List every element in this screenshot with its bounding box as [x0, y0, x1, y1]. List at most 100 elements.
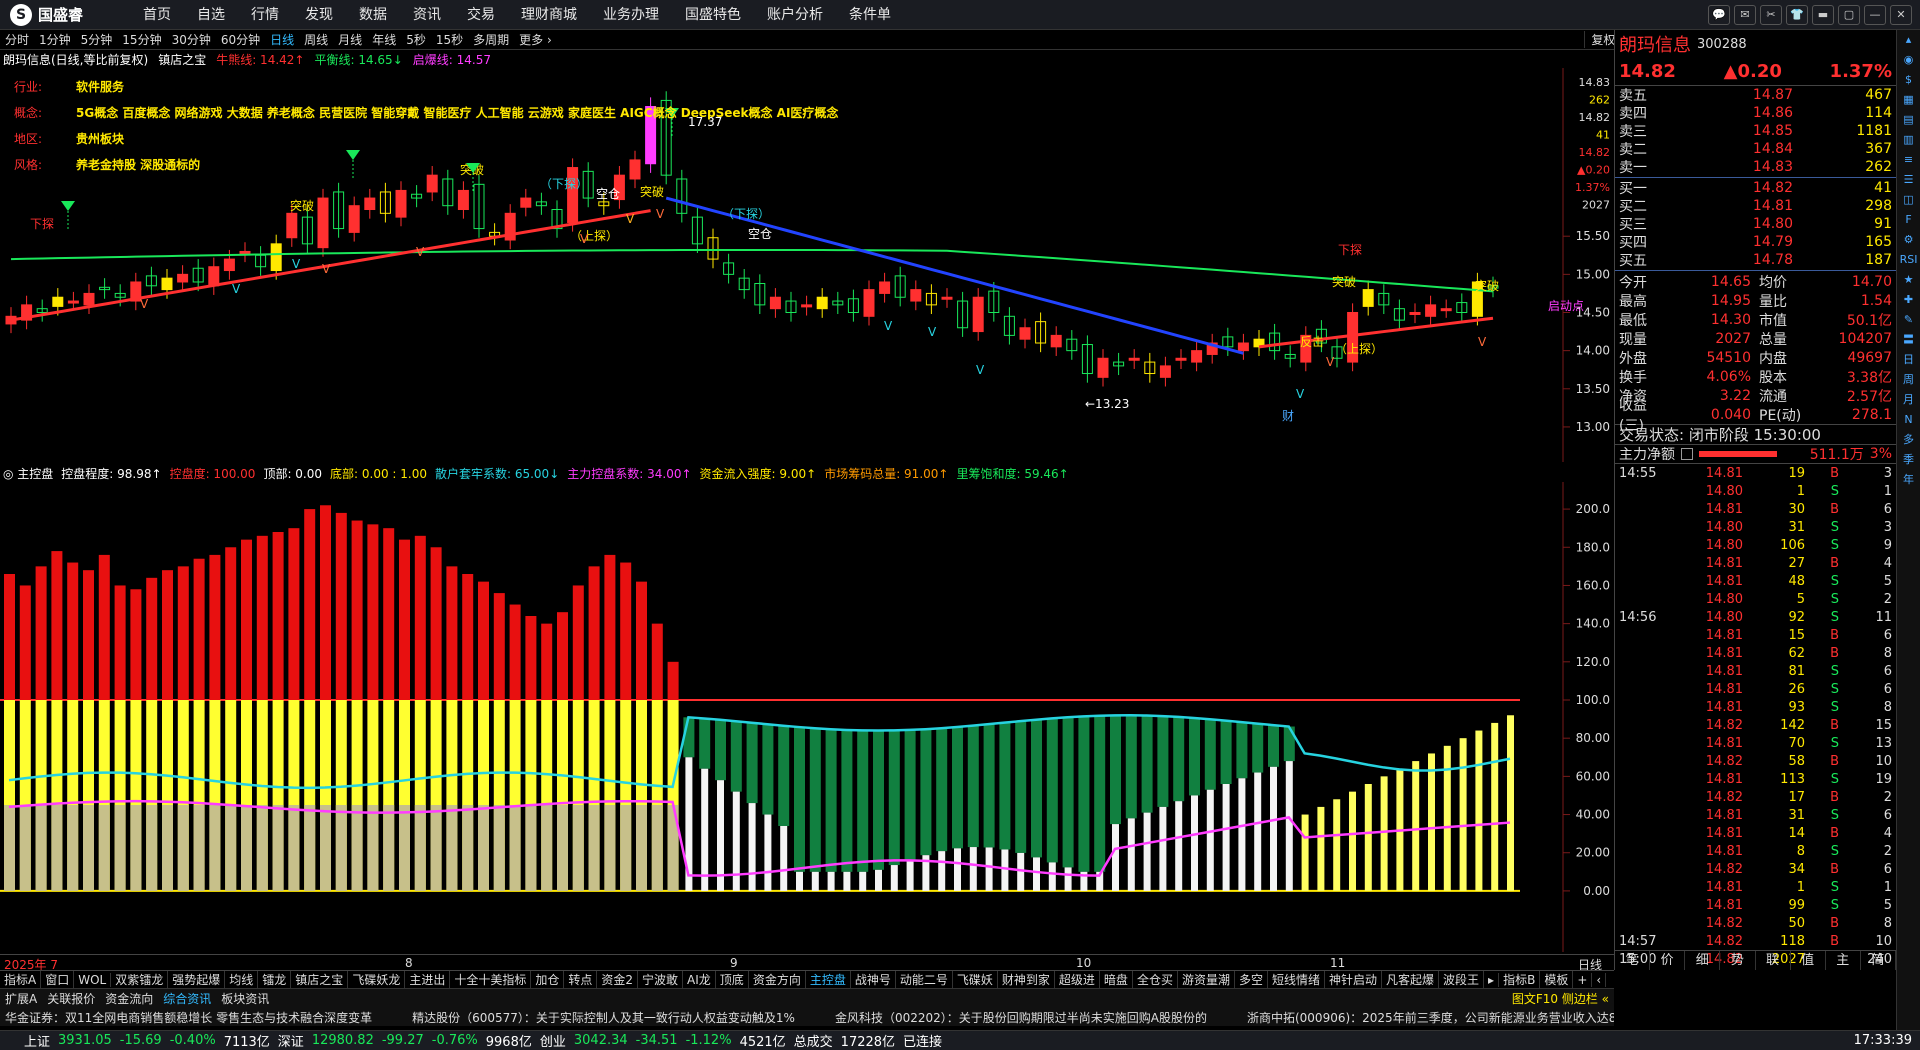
indicator-tab-32[interactable]: ▸: [1484, 972, 1500, 987]
cy-label[interactable]: 创业: [536, 1031, 570, 1050]
indicator-tab-26[interactable]: 游资量潮: [1178, 971, 1235, 988]
indicator-tab-24[interactable]: 暗盘: [1100, 971, 1133, 988]
indicator-tab-4[interactable]: 强势起爆: [168, 971, 226, 988]
indicator-tab-3[interactable]: 双紫镭龙: [111, 971, 169, 988]
side-tool-icon-0[interactable]: ▴: [1897, 30, 1920, 50]
menu-item-2[interactable]: 行情: [238, 0, 292, 29]
period-9[interactable]: 年线: [367, 31, 401, 48]
news-item-2[interactable]: 金风科技（002202）：关于股份回购期限过半尚未实施回购A股股份的: [830, 1009, 1212, 1026]
menu-item-8[interactable]: 业务办理: [590, 0, 672, 29]
indicator-tab-29[interactable]: 神针启动: [1325, 971, 1383, 988]
panel-tab-3[interactable]: 势: [1720, 951, 1756, 970]
indicator-tab-35[interactable]: +: [1573, 972, 1593, 987]
panel-tab-2[interactable]: 细: [1685, 951, 1721, 970]
side-tool-icon-12[interactable]: ★: [1897, 270, 1920, 290]
window-control-icon-3[interactable]: 👕: [1786, 4, 1808, 25]
period-12[interactable]: 多周期: [468, 31, 514, 48]
side-tool-icon-1[interactable]: ◉: [1897, 50, 1920, 70]
period-5[interactable]: 60分钟: [216, 31, 265, 48]
indicator-tab-15[interactable]: AI龙: [683, 971, 716, 988]
indicator-tab-0[interactable]: 指标A: [0, 971, 42, 988]
menu-item-6[interactable]: 交易: [454, 0, 508, 29]
bid-row-2[interactable]: 买三 14.80 91: [1615, 215, 1896, 233]
ask-row-4[interactable]: 卖一 14.83 262: [1615, 158, 1896, 176]
period-8[interactable]: 月线: [333, 31, 367, 48]
period-3[interactable]: 15分钟: [117, 31, 166, 48]
menu-item-3[interactable]: 发现: [292, 0, 346, 29]
menu-item-4[interactable]: 数据: [346, 0, 400, 29]
ask-row-2[interactable]: 卖三 14.85 1181: [1615, 122, 1896, 140]
indicator-chart[interactable]: 200.0 180.0 160.0 140.0 120.0 100.0 80.00 60.00…: [0, 482, 1614, 952]
sh-label[interactable]: 上证: [0, 1031, 54, 1050]
menu-item-5[interactable]: 资讯: [400, 0, 454, 29]
indicator-tab-31[interactable]: 波段王: [1439, 971, 1485, 988]
menu-item-1[interactable]: 自选: [184, 0, 238, 29]
indicator-tab-19[interactable]: 战神号: [851, 971, 896, 988]
window-control-icon-2[interactable]: ✂: [1760, 4, 1782, 25]
menu-item-10[interactable]: 账户分析: [754, 0, 836, 29]
news-item-1[interactable]: 精达股份（600577）：关于实际控制人及其一致行动人权益变动触及1%: [407, 1009, 800, 1026]
side-tool-icon-11[interactable]: RSI: [1897, 250, 1920, 270]
period-1[interactable]: 1分钟: [34, 31, 76, 48]
window-control-icon-1[interactable]: ✉: [1734, 4, 1756, 25]
indicator-tab-11[interactable]: 加仓: [531, 971, 565, 988]
indicator-tab-8[interactable]: 飞碟妖龙: [348, 971, 406, 988]
side-tool-icon-13[interactable]: ✚: [1897, 290, 1920, 310]
indicator-tab-1[interactable]: 窗口: [41, 971, 75, 988]
side-tool-icon-8[interactable]: ◫: [1897, 190, 1920, 210]
indicator-tab-12[interactable]: 转点: [564, 971, 598, 988]
panel-tab-0[interactable]: 笔: [1615, 951, 1651, 970]
sz-label[interactable]: 深证: [274, 1031, 308, 1050]
news-tab-0[interactable]: 扩展A: [0, 990, 42, 1007]
panel-tab-7[interactable]: 简: [1861, 951, 1896, 970]
indicator-tab-10[interactable]: 十全十美指标: [450, 971, 532, 988]
indicator-tab-28[interactable]: 短线情绪: [1268, 971, 1325, 988]
side-tool-icon-15[interactable]: 〓: [1897, 330, 1920, 350]
side-tool-icon-14[interactable]: ✎: [1897, 310, 1920, 330]
news-right-tools[interactable]: 图文F10 侧边栏 «: [1507, 990, 1614, 1007]
indicator-tab-27[interactable]: 多空: [1235, 971, 1268, 988]
panel-tab-5[interactable]: 值: [1791, 951, 1826, 970]
side-tool-icon-17[interactable]: 周: [1897, 370, 1920, 390]
flow-icon[interactable]: [1681, 448, 1693, 460]
bid-row-3[interactable]: 买四 14.79 165: [1615, 233, 1896, 251]
period-10[interactable]: 5秒: [401, 31, 431, 48]
news-tab-2[interactable]: 资金流向: [100, 990, 158, 1007]
period-6[interactable]: 日线: [265, 31, 299, 48]
indicator-tab-5[interactable]: 均线: [225, 971, 259, 988]
side-tool-icon-2[interactable]: $: [1897, 70, 1920, 90]
indicator-tab-20[interactable]: 动能二号: [896, 971, 953, 988]
window-control-icon-5[interactable]: ▢: [1838, 4, 1860, 25]
indicator-tab-34[interactable]: 模板: [1540, 971, 1574, 988]
indicator-tab-33[interactable]: 指标B: [1499, 971, 1541, 988]
side-tool-icon-3[interactable]: ▦: [1897, 90, 1920, 110]
menu-item-0[interactable]: 首页: [130, 0, 184, 29]
indicator-tab-13[interactable]: 资金2: [597, 971, 639, 988]
side-tool-icon-10[interactable]: ⚙: [1897, 230, 1920, 250]
period-11[interactable]: 15秒: [431, 31, 468, 48]
indicator-tab-36[interactable]: ‹: [1592, 972, 1607, 987]
panel-tab-4[interactable]: 联: [1756, 951, 1791, 970]
bid-row-0[interactable]: 买一 14.82 41: [1615, 179, 1896, 197]
side-tool-icon-21[interactable]: 季: [1897, 450, 1920, 470]
news-tab-3[interactable]: 综合资讯: [158, 990, 216, 1007]
ask-row-3[interactable]: 卖二 14.84 367: [1615, 140, 1896, 158]
bid-row-1[interactable]: 买二 14.81 298: [1615, 197, 1896, 215]
side-tool-icon-5[interactable]: ▥: [1897, 130, 1920, 150]
menu-item-7[interactable]: 理财商城: [508, 0, 590, 29]
indicator-tab-6[interactable]: 镭龙: [258, 971, 292, 988]
indicator-tab-18[interactable]: 主控盘: [806, 971, 851, 988]
indicator-tab-14[interactable]: 宁波敢: [638, 971, 684, 988]
indicator-tab-2[interactable]: WOL: [74, 972, 112, 987]
window-control-icon-7[interactable]: ✕: [1890, 4, 1912, 25]
indicator-tab-7[interactable]: 镇店之宝: [291, 971, 349, 988]
news-tab-4[interactable]: 板块资讯: [216, 990, 274, 1007]
news-tab-1[interactable]: 关联报价: [42, 990, 100, 1007]
period-0[interactable]: 分时: [0, 31, 34, 48]
indicator-tab-16[interactable]: 顶底: [716, 971, 749, 988]
indicator-tab-23[interactable]: 超级进: [1055, 971, 1100, 988]
app-logo[interactable]: S 国盛睿: [0, 3, 130, 26]
side-tool-icon-7[interactable]: ☰: [1897, 170, 1920, 190]
side-tool-icon-6[interactable]: ≡: [1897, 150, 1920, 170]
ask-row-0[interactable]: 卖五 14.87 467: [1615, 86, 1896, 104]
